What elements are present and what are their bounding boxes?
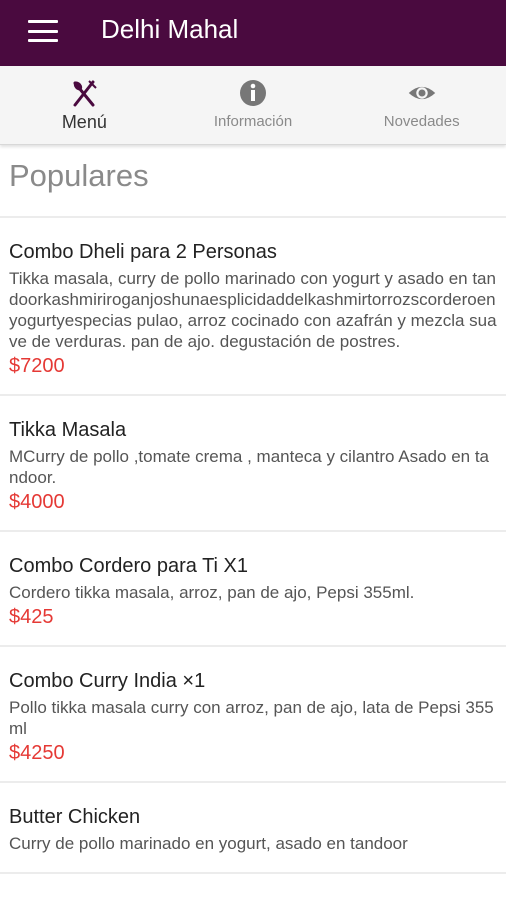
item-description: Cordero tikka masala, arroz, pan de ajo,… [9,583,415,602]
item-name: Combo Cordero para Ti X1 [9,555,249,577]
list-item[interactable]: Combo Curry India ×1 Pollo tikka masala … [0,647,506,783]
item-description: Pollo tikka masala curry con arroz, pan … [9,698,494,738]
item-name: Combo Curry India ×1 [9,670,206,692]
item-name: Butter Chicken [9,806,141,828]
list-item[interactable]: Combo Dheli para 2 Personas Tikka masala… [0,218,506,396]
list-item[interactable]: Tikka Masala MCurry de pollo ,tomate cre… [0,396,506,532]
eye-icon [407,78,437,108]
tab-menu[interactable]: Menú [0,66,169,144]
tab-novedades[interactable]: Novedades [337,66,506,144]
menu-list: Combo Dheli para 2 Personas Tikka masala… [0,218,506,874]
app-bar: Delhi Mahal [0,0,506,66]
tab-label-informacion: Información [213,113,293,130]
item-price: $425 [9,606,54,628]
menu-icon[interactable] [28,20,58,42]
info-icon [238,78,268,108]
item-description: MCurry de pollo ,tomate crema , manteca … [9,447,490,487]
item-price: $4250 [9,742,65,764]
item-name: Tikka Masala [9,419,127,441]
tab-label-novedades: Novedades [383,113,460,130]
app-title: Delhi Mahal [101,14,239,44]
tab-informacion[interactable]: Información [169,66,338,144]
item-description: Curry de pollo marinado en yogurt, asado… [9,834,408,853]
section-title: Populares [9,158,149,193]
item-name: Combo Dheli para 2 Personas [9,241,277,263]
item-price: $4000 [9,491,65,513]
item-description: Tikka masala, curry de pollo marinado co… [9,269,497,351]
list-item[interactable]: Butter Chicken Curry de pollo marinado e… [0,783,506,874]
tab-bar: Menú Información Novedades [0,66,506,145]
list-item[interactable]: Combo Cordero para Ti X1 Cordero tikka m… [0,532,506,647]
tab-label-menu: Menú [61,112,107,132]
fork-knife-icon [69,78,99,108]
item-price: $7200 [9,355,65,377]
